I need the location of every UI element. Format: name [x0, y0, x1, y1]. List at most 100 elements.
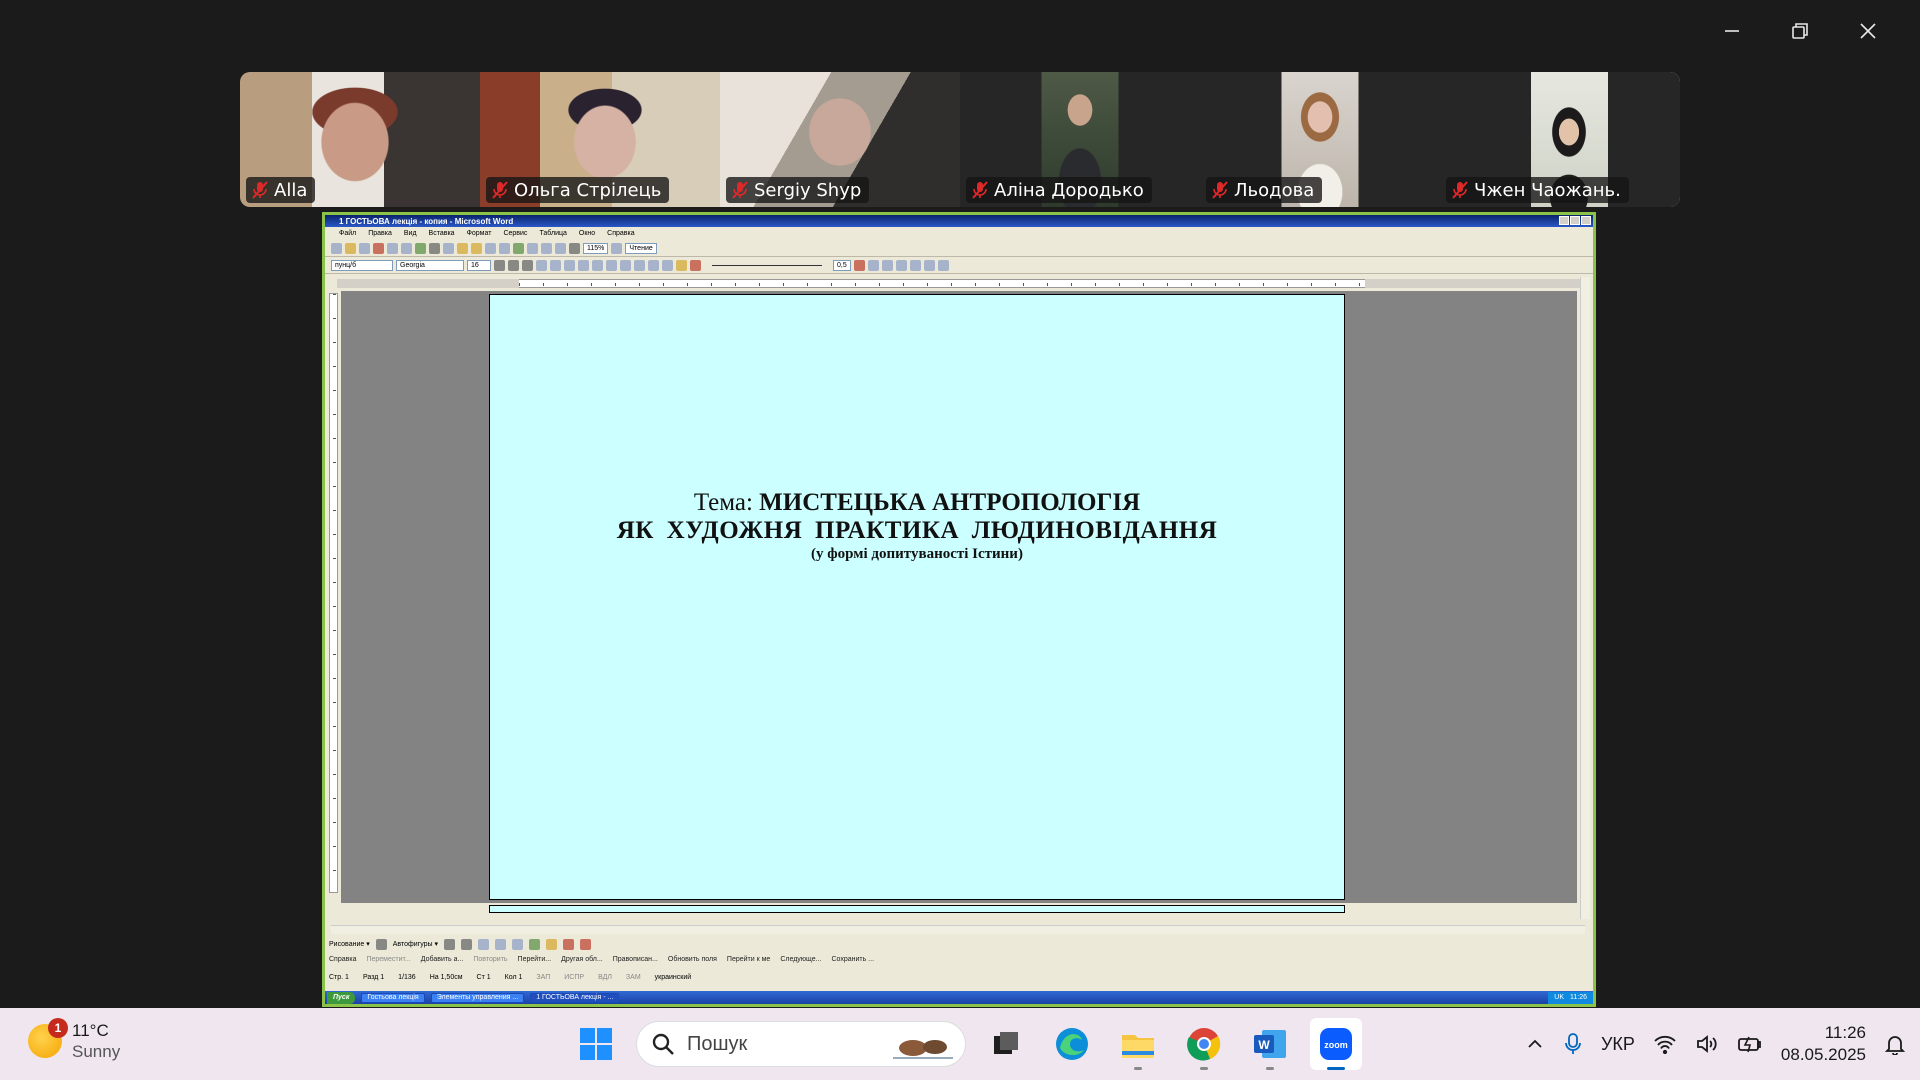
drawing-menu[interactable]: Рисование ▾	[329, 940, 370, 948]
line-color-icon[interactable]	[563, 938, 574, 950]
save-icon[interactable]	[359, 242, 370, 254]
menu-view[interactable]: Вид	[404, 230, 417, 237]
permission-icon[interactable]	[373, 242, 384, 254]
wifi-icon[interactable]	[1653, 1034, 1677, 1054]
field-move[interactable]: Переместит...	[366, 956, 410, 963]
menu-window[interactable]: Окно	[579, 230, 595, 237]
shading-icon[interactable]	[881, 259, 893, 271]
xp-task-word[interactable]: 1 ГОСТЬОВА лекція - ...	[530, 992, 620, 1003]
insert-table-icon[interactable]	[541, 242, 552, 254]
word-maximize-button[interactable]	[1570, 216, 1580, 225]
textbox-tool-icon[interactable]	[512, 938, 523, 950]
field-save[interactable]: Сохранить ...	[831, 956, 874, 963]
redo-icon[interactable]	[499, 242, 510, 254]
shared-screen[interactable]: 1 ГОСТЬОВА лекція - копия - Microsoft Wo…	[322, 212, 1596, 1007]
language-indicator[interactable]: УКР	[1601, 1034, 1635, 1055]
edge-button[interactable]	[1046, 1018, 1098, 1070]
numbering-icon[interactable]	[606, 259, 617, 271]
vertical-scrollbar[interactable]	[1580, 277, 1590, 919]
highlight-icon[interactable]	[676, 259, 687, 271]
vertical-ruler[interactable]	[329, 293, 338, 893]
menu-format[interactable]: Формат	[467, 230, 492, 237]
line-tool-icon[interactable]	[444, 938, 455, 950]
menu-tools[interactable]: Сервис	[503, 230, 527, 237]
help-icon[interactable]	[611, 242, 623, 254]
participant-tile[interactable]: Alla	[240, 72, 480, 207]
microphone-icon[interactable]	[1563, 1032, 1583, 1056]
word-close-button[interactable]	[1581, 216, 1591, 225]
sort-icon[interactable]	[923, 259, 935, 271]
xp-task-lecture[interactable]: Гостьова лекція	[361, 992, 425, 1003]
field-repeat[interactable]: Повторить	[473, 956, 507, 963]
word-button[interactable]: W	[1244, 1018, 1296, 1070]
fill-color-icon[interactable]	[546, 938, 557, 950]
table-borders-icon[interactable]	[867, 259, 879, 271]
borders-icon[interactable]	[662, 259, 673, 271]
hyperlink-icon[interactable]	[513, 242, 524, 254]
font-color-icon[interactable]	[690, 259, 701, 271]
bold-icon[interactable]	[494, 259, 505, 271]
menu-table[interactable]: Таблица	[539, 230, 566, 237]
open-icon[interactable]	[345, 242, 356, 254]
pen-color-icon[interactable]	[853, 259, 865, 271]
field-help[interactable]: Справка	[329, 956, 356, 963]
preview-icon[interactable]	[401, 242, 412, 254]
underline-icon[interactable]	[522, 259, 533, 271]
field-add[interactable]: Добавить а...	[421, 956, 464, 963]
chrome-button[interactable]	[1178, 1018, 1230, 1070]
arrow-tool-icon[interactable]	[461, 938, 472, 950]
xp-task-control-panel[interactable]: Элементы управления ...	[430, 992, 525, 1003]
notifications-icon[interactable]	[1884, 1033, 1906, 1055]
minimize-button[interactable]	[1698, 14, 1766, 48]
align-left-icon[interactable]	[536, 259, 547, 271]
task-view-button[interactable]	[980, 1018, 1032, 1070]
autoshapes-menu[interactable]: Автофигуры ▾	[393, 940, 438, 948]
volume-icon[interactable]	[1695, 1034, 1719, 1054]
undo-icon[interactable]	[485, 242, 496, 254]
chevron-up-icon[interactable]	[1525, 1034, 1545, 1054]
decrease-indent-icon[interactable]	[634, 259, 645, 271]
menu-edit[interactable]: Правка	[368, 230, 392, 237]
spelling-icon[interactable]	[415, 242, 426, 254]
format-painter-icon[interactable]	[471, 242, 482, 254]
text-color-icon[interactable]	[580, 938, 591, 950]
paste-icon[interactable]	[457, 242, 468, 254]
battery-charging-icon[interactable]	[1737, 1034, 1763, 1054]
field-update[interactable]: Обновить поля	[668, 956, 717, 963]
participant-tile[interactable]: Льодова	[1200, 72, 1440, 207]
tables-icon[interactable]	[527, 242, 538, 254]
participant-tile[interactable]: Аліна Дородько	[960, 72, 1200, 207]
italic-icon[interactable]	[508, 259, 519, 271]
bullets-icon[interactable]	[620, 259, 631, 271]
new-doc-icon[interactable]	[331, 242, 342, 254]
participant-tile[interactable]: Ольга Стрілець	[480, 72, 720, 207]
font-combo[interactable]: Georgia	[396, 259, 464, 271]
line-style-preview[interactable]	[712, 264, 822, 266]
columns-icon[interactable]	[555, 242, 566, 254]
show-hide-icon[interactable]	[569, 242, 580, 254]
participant-tile[interactable]: Sergiy Shyp	[720, 72, 960, 207]
size-combo[interactable]: 16	[467, 259, 491, 271]
line-spacing-icon[interactable]	[592, 259, 603, 271]
reading-mode-button[interactable]: Чтение	[625, 242, 657, 254]
weather-widget[interactable]: 1 11°C Sunny	[28, 1018, 120, 1062]
taskbar-search[interactable]: Пошук	[636, 1021, 966, 1067]
menu-file[interactable]: Файл	[339, 230, 356, 237]
cut-icon[interactable]	[429, 242, 440, 254]
xp-lang[interactable]: UK	[1554, 994, 1564, 1001]
participant-tile[interactable]: Чжен Чаожань.	[1440, 72, 1680, 207]
field-other-area[interactable]: Другая обл...	[561, 956, 603, 963]
word-minimize-button[interactable]	[1559, 216, 1569, 225]
increase-indent-icon[interactable]	[648, 259, 659, 271]
print-icon[interactable]	[387, 242, 398, 254]
align-right-icon[interactable]	[564, 259, 575, 271]
restore-button[interactable]	[1766, 14, 1834, 48]
justify-icon[interactable]	[578, 259, 589, 271]
field-spelling[interactable]: Правописан...	[613, 956, 658, 963]
field-next[interactable]: Следующе...	[780, 956, 821, 963]
style-combo[interactable]: пунц/б	[331, 259, 393, 271]
horizontal-ruler[interactable]	[337, 279, 1585, 288]
document-page[interactable]: Тема: МИСТЕЦЬКА АНТРОПОЛОГІЯ ЯК ХУДОЖНЯ …	[489, 294, 1345, 900]
field-goto[interactable]: Перейти...	[518, 956, 552, 963]
align-center-icon[interactable]	[550, 259, 561, 271]
